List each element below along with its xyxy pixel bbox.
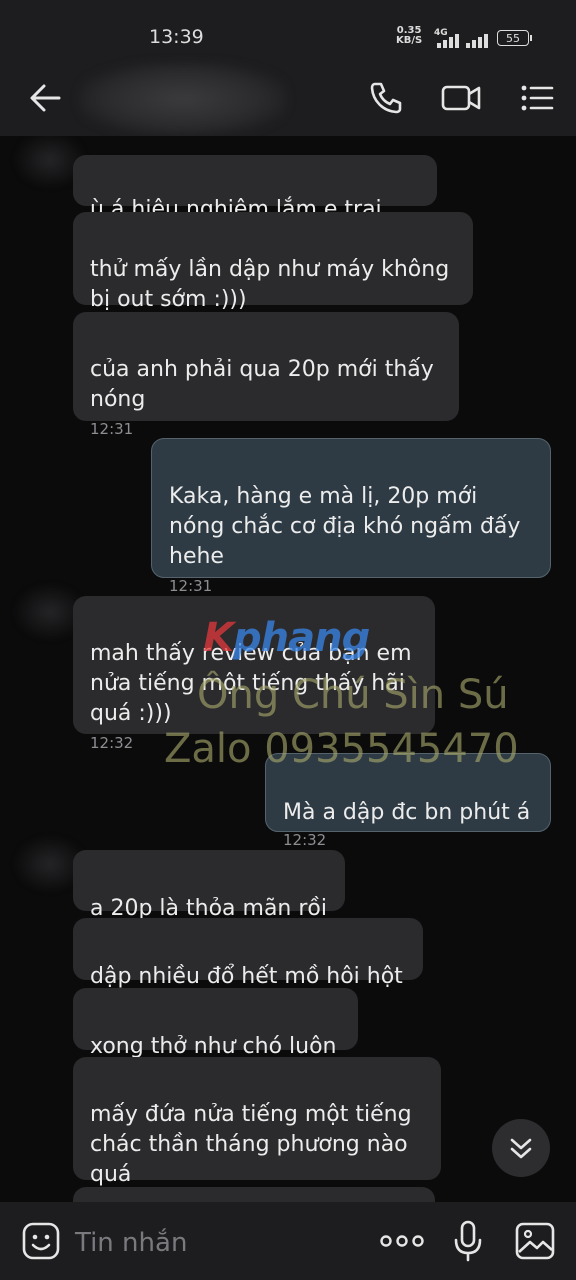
- signal-icon-2: [466, 32, 494, 48]
- incoming-message[interactable]: xong thở như chó luôn: [73, 988, 358, 1059]
- message-time: 12:31: [90, 420, 134, 438]
- message-text: của anh phải qua 20p mới thấy nóng: [90, 357, 434, 412]
- network-speed: 0.35 KB/S: [396, 26, 422, 46]
- battery-icon: 55: [497, 30, 532, 46]
- status-bar: 13:39 0.35 KB/S 4G 55: [0, 0, 576, 60]
- incoming-message[interactable]: a 20p là thỏa mãn rồi: [73, 850, 345, 921]
- incoming-message[interactable]: ù á hiệu nghiệm lắm e trai :))): [73, 155, 437, 252]
- incoming-message[interactable]: dập nhiều đổ hết mồ hôi hột: [73, 918, 423, 989]
- more-dots-icon[interactable]: [378, 1228, 426, 1254]
- scroll-to-bottom-button[interactable]: [492, 1119, 550, 1177]
- message-text: Kaka, hàng e mà lị, 20p mới nóng chắc cơ…: [169, 484, 521, 569]
- chat-header: [0, 60, 576, 136]
- image-icon[interactable]: [515, 1222, 555, 1260]
- watermark-text: Ông Chú Sìn Sú: [197, 672, 509, 718]
- arrow-left-icon[interactable]: [28, 82, 62, 114]
- video-camera-icon[interactable]: [440, 80, 482, 116]
- message-input-bar: Tin nhắn: [0, 1202, 576, 1280]
- incoming-message-partial[interactable]: [73, 1187, 435, 1202]
- message-text: Mà a dập đc bn phút á: [283, 800, 531, 825]
- signal-icon: [437, 32, 465, 48]
- network-speed-unit: KB/S: [396, 35, 423, 46]
- message-list[interactable]: ù á hiệu nghiệm lắm e trai :))) thử mấy …: [0, 136, 576, 1202]
- message-text: mấy đứa nửa tiếng một tiếng chác thần th…: [90, 1102, 412, 1187]
- watermark-text: Zalo 0935545470: [164, 726, 519, 772]
- status-time: 13:39: [149, 26, 204, 48]
- list-menu-icon[interactable]: [519, 80, 555, 116]
- incoming-message[interactable]: của anh phải qua 20p mới thấy nóng 12:31: [73, 312, 459, 438]
- incoming-message[interactable]: mấy đứa nửa tiếng một tiếng chác thần th…: [73, 1057, 441, 1187]
- outgoing-message[interactable]: Kaka, hàng e mà lị, 20p mới nóng chắc cơ…: [151, 438, 551, 595]
- watermark-logo: Kphang: [203, 615, 370, 661]
- microphone-icon[interactable]: [452, 1220, 484, 1262]
- message-text: xong thở như chó luôn: [90, 1034, 337, 1059]
- emoji-icon[interactable]: [22, 1222, 60, 1260]
- message-text: thử mấy lần dập như máy không bị out sớm…: [90, 257, 450, 312]
- message-time: 12:31: [169, 577, 213, 595]
- chevron-double-down-icon: [510, 1138, 532, 1159]
- message-input[interactable]: Tin nhắn: [75, 1228, 187, 1258]
- contact-name-blurred[interactable]: [78, 62, 288, 136]
- phone-icon[interactable]: [368, 80, 404, 116]
- message-text: dập nhiều đổ hết mồ hôi hột: [90, 964, 403, 989]
- message-time: 12:32: [283, 831, 327, 849]
- incoming-message[interactable]: thử mấy lần dập như máy không bị out sớm…: [73, 212, 473, 312]
